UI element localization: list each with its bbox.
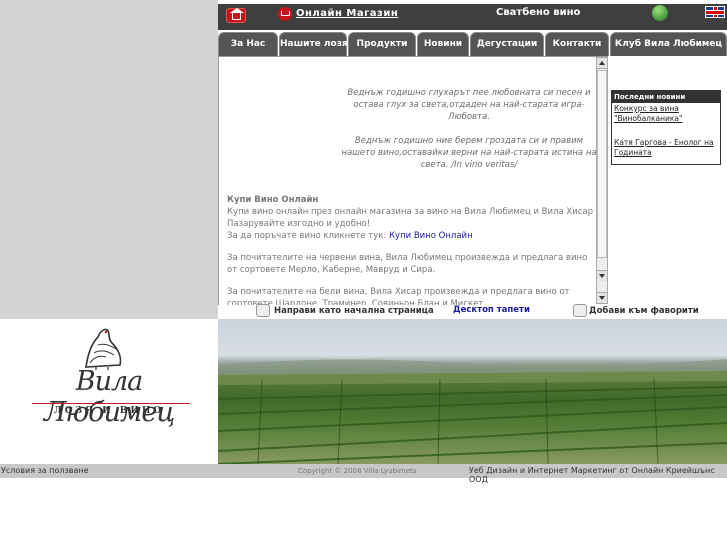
shopping-cart-icon[interactable]	[278, 7, 292, 21]
news-item-1[interactable]: Конкурс за вина "Винобалканика"	[612, 103, 720, 125]
logo-title: Вила Любимец	[43, 366, 175, 428]
terms-link[interactable]: Условия за ползване	[1, 466, 89, 475]
buy-text: Купи вино онлайн през онлайн магазина за…	[227, 207, 594, 229]
scroll-down-icon[interactable]	[597, 270, 607, 281]
left-grey-panel	[0, 0, 218, 319]
scroll-thumb[interactable]	[597, 70, 607, 258]
tab-vineyards[interactable]: Нашите лозя	[279, 32, 348, 56]
tab-contacts[interactable]: Контакти	[545, 32, 609, 56]
tab-about[interactable]: За Нас	[218, 32, 278, 56]
set-home-page-link[interactable]: Направи като начална страница	[274, 306, 434, 316]
credits-link[interactable]: Уеб Дизайн и Интернет Маркетинг от Онлай…	[469, 466, 727, 484]
logo-subtitle: ЛОЗЯ И ВИНО	[53, 406, 165, 416]
wedding-wine-link[interactable]: Сватбено вино	[496, 7, 580, 18]
home-icon[interactable]	[226, 8, 246, 23]
white-wines-text: За почитателите на бели вина, Вила Хисар…	[227, 287, 570, 306]
logo-area: Вила Любимец ЛОЗЯ И ВИНО	[0, 319, 218, 464]
favorites-icon[interactable]	[573, 304, 587, 317]
tab-tastings[interactable]: Дегустации	[470, 32, 544, 56]
content-frame: Веднъж годишно глухарът пее любовната си…	[218, 56, 608, 306]
red-wines-text: За почитателите на червени вина, Вила Лю…	[227, 253, 588, 275]
home-page-icon[interactable]	[256, 304, 270, 317]
tab-news[interactable]: Новини	[417, 32, 469, 56]
buy-heading: Купи Вино Онлайн	[227, 195, 319, 205]
tab-club[interactable]: Клуб Вила Любимец	[610, 32, 727, 56]
copyright-text: Copyright © 2008 Villa Lyubimets	[298, 467, 417, 475]
tab-products[interactable]: Продукти	[348, 32, 416, 56]
buy-online-link[interactable]: Купи Вино Онлайн	[389, 231, 473, 241]
vineyard-photo	[218, 319, 727, 464]
news-item-2[interactable]: Катя Гаргова - Енолог на Годината	[612, 137, 720, 159]
wallpapers-link[interactable]: Десктоп тапети	[453, 305, 530, 315]
main-nav: За Нас Нашите лозя Продукти Новини Дегус…	[218, 32, 727, 56]
add-favorites-link[interactable]: Добави към фаворити	[589, 306, 699, 316]
scroll-up-icon[interactable]	[597, 58, 607, 69]
content-scrollbar[interactable]	[596, 57, 608, 304]
footer: Условия за ползване Copyright © 2008 Vil…	[0, 464, 727, 484]
scroll-down-end-icon[interactable]	[597, 292, 607, 303]
uk-flag-icon[interactable]	[705, 6, 725, 18]
poem-paragraph-2: Веднъж годишно ние берем гроздата си и п…	[341, 136, 597, 170]
body-text: Купи Вино Онлайн Купи вино онлайн през о…	[227, 194, 597, 306]
order-text: За да поръчате вино кликнете тук:	[227, 231, 387, 241]
logo-divider	[32, 403, 190, 404]
action-bar: Направи като начална страница Десктоп та…	[218, 304, 727, 319]
vineyard-rows-graphic	[218, 359, 727, 464]
order-line: За да поръчате вино кликнете тук: Купи В…	[227, 230, 597, 242]
latest-news-box: Последни новини Конкурс за вина "Винобал…	[611, 90, 721, 165]
poem: Веднъж годишно глухарът пее любовната си…	[339, 87, 599, 183]
news-header: Последни новини	[612, 91, 720, 103]
top-bar: Онлайн Магазин Сватбено вино	[218, 4, 727, 30]
bottle-icon[interactable]	[652, 5, 668, 21]
online-shop-link[interactable]: Онлайн Магазин	[296, 8, 398, 19]
poem-paragraph-1: Веднъж годишно глухарът пее любовната си…	[347, 88, 591, 122]
capercaillie-logo-icon	[85, 328, 122, 370]
page: Онлайн Магазин Сватбено вино За Нас Наши…	[0, 0, 727, 545]
